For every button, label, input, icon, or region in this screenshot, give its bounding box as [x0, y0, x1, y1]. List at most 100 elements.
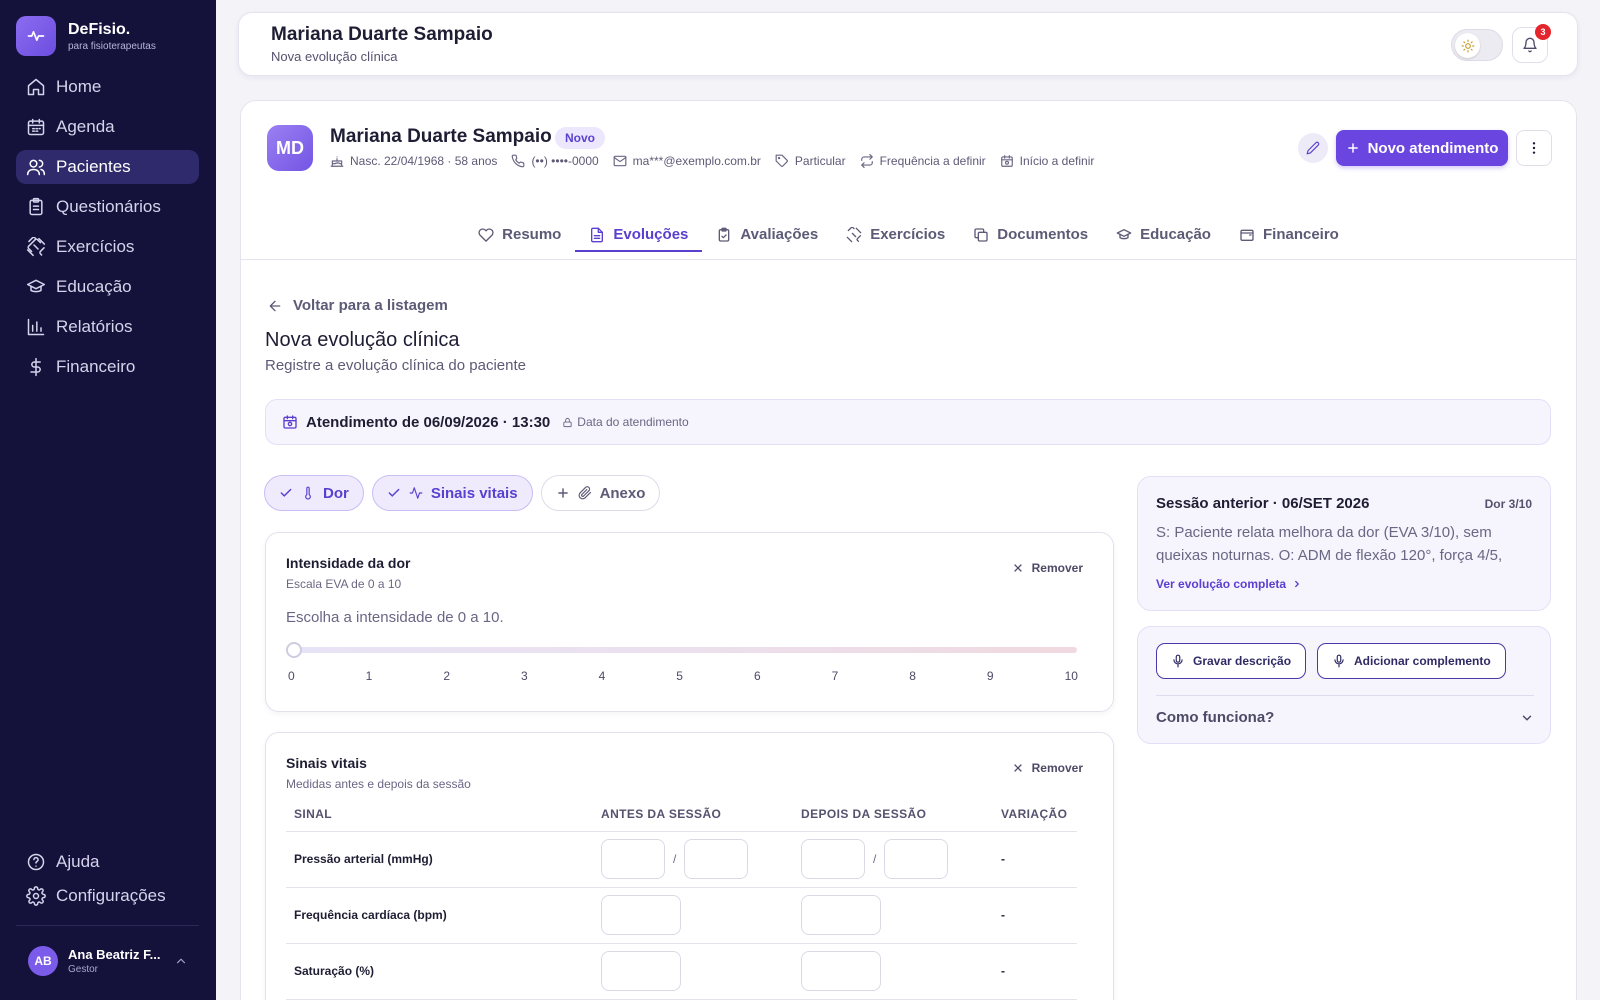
meta-birth-text: Nasc. 22/04/1968 · 58 anos — [350, 154, 498, 168]
meta-phone: (••) ••••-0000 — [511, 154, 599, 168]
chip-dor[interactable]: Dor — [264, 475, 364, 511]
sidebar-item-label: Configurações — [56, 886, 166, 905]
meta-frequency-text: Frequência a definir — [879, 154, 986, 168]
sidebar-item-agenda[interactable]: Agenda — [16, 110, 199, 144]
remove-pain-button[interactable]: Remover — [1012, 561, 1083, 575]
column-header: VARIAÇÃO — [993, 797, 1077, 832]
scale-tick: 4 — [598, 669, 606, 683]
before-cell: / — [593, 831, 793, 888]
divider — [1156, 695, 1534, 696]
saturation-after-input[interactable] — [801, 951, 881, 991]
sidebar-item-label: Exercícios — [56, 237, 135, 256]
variation-value: - — [993, 943, 1077, 1000]
sidebar-item-questionarios[interactable]: Questionários — [16, 190, 199, 224]
sidebar-item-label: Ajuda — [56, 852, 100, 871]
user-menu[interactable]: AB Ana Beatriz F... Gestor — [28, 946, 188, 976]
tab-documentos[interactable]: Documentos — [959, 209, 1102, 260]
new-appointment-button[interactable]: Novo atendimento — [1336, 130, 1508, 166]
thermometer-icon — [305, 486, 311, 500]
bp-separator: / — [673, 852, 677, 866]
vital-label: Frequência cardíaca (bpm) — [286, 887, 593, 944]
sidebar-item-configuracoes[interactable]: Configurações — [16, 879, 199, 913]
meta-plan-text: Particular — [794, 154, 846, 168]
back-link-label: Voltar para a listagem — [293, 297, 448, 314]
sidebar-item-label: Educação — [56, 277, 132, 296]
gear-icon — [26, 886, 46, 906]
meta-birth: Nasc. 22/04/1968 · 58 anos — [330, 154, 497, 168]
tab-resumo[interactable]: Resumo — [464, 209, 575, 260]
clipboard-check-icon — [719, 227, 730, 242]
pain-slider-handle[interactable] — [286, 642, 302, 658]
tab-label: Resumo — [502, 226, 562, 243]
record-description-button[interactable]: Gravar descrição — [1156, 643, 1307, 679]
bp-diastolic-after-input[interactable] — [884, 839, 949, 879]
bp-systolic-after-input[interactable] — [801, 839, 865, 879]
meta-phone-text: (••) ••••-0000 — [531, 154, 599, 168]
bp-systolic-before-input[interactable] — [601, 839, 665, 879]
dumbbell-icon — [26, 237, 46, 257]
pain-slider-track[interactable] — [294, 647, 1077, 653]
appointment-hint: Data do atendimento — [577, 415, 689, 429]
sidebar-nav: Home Agenda Pacientes Questionários Exer… — [16, 70, 199, 390]
meta-email-text: ma***@exemplo.com.br — [632, 154, 761, 168]
sidebar-item-label: Questionários — [56, 197, 161, 216]
chevron-down-icon — [1522, 715, 1532, 720]
tab-financeiro[interactable]: Financeiro — [1225, 209, 1353, 260]
page-title: Mariana Duarte Sampaio — [271, 24, 493, 45]
vitals-card: Sinais vitais Medidas antes e depois da … — [265, 732, 1114, 1000]
tab-label: Financeiro — [1262, 226, 1339, 243]
more-options-button[interactable] — [1516, 130, 1552, 166]
pain-title: Intensidade da dor — [286, 555, 411, 571]
tab-label: Exercícios — [870, 226, 946, 243]
vitals-title: Sinais vitais — [286, 755, 367, 771]
add-complement-button[interactable]: Adicionar complemento — [1317, 643, 1506, 679]
heart-rate-after-input[interactable] — [801, 895, 881, 935]
sidebar-item-ajuda[interactable]: Ajuda — [16, 845, 199, 879]
after-cell — [793, 887, 993, 944]
page-subtitle: Nova evolução clínica — [271, 49, 398, 64]
previous-pain-score: Dor 3/10 — [1484, 497, 1532, 511]
scale-tick: 5 — [676, 669, 683, 683]
dollar-icon — [30, 357, 41, 377]
variation-value: - — [993, 831, 1077, 888]
tab-label: Documentos — [997, 226, 1089, 243]
heart-rate-before-input[interactable] — [601, 895, 681, 935]
tab-educacao[interactable]: Educação — [1102, 209, 1225, 260]
tab-label: Educação — [1140, 226, 1211, 243]
sidebar-item-relatorios[interactable]: Relatórios — [16, 310, 199, 344]
brand[interactable]: DeFisio. para fisioterapeutas — [16, 16, 156, 56]
how-it-works-toggle[interactable]: Como funciona? — [1156, 709, 1534, 726]
scale-tick: 3 — [520, 669, 528, 683]
saturation-before-input[interactable] — [601, 951, 681, 991]
table-row: Pressão arterial (mmHg) / / - — [286, 831, 1077, 888]
sidebar-item-pacientes[interactable]: Pacientes — [16, 150, 199, 184]
scale-tick: 2 — [443, 669, 450, 683]
chip-anexo[interactable]: Anexo — [540, 475, 661, 511]
view-full-evolution-link[interactable]: Ver evolução completa — [1156, 577, 1302, 591]
sidebar-item-financeiro[interactable]: Financeiro — [16, 350, 199, 384]
tab-evolucoes[interactable]: Evoluções — [575, 209, 703, 260]
avatar: AB — [28, 946, 58, 976]
table-row: Saturação (%) - — [286, 943, 1077, 1000]
repeat-icon — [860, 154, 873, 168]
pain-scale: 0 1 2 3 4 5 6 7 8 9 10 — [288, 669, 1078, 683]
tab-avaliacoes[interactable]: Avaliações — [702, 209, 832, 260]
column-header: SINAL — [286, 797, 593, 832]
back-to-list-link[interactable]: Voltar para a listagem — [267, 297, 448, 314]
sidebar-item-home[interactable]: Home — [16, 70, 199, 104]
plus-icon — [557, 488, 568, 498]
sidebar-item-educacao[interactable]: Educação — [16, 270, 199, 304]
pain-card: Intensidade da dor Escala EVA de 0 a 10 … — [265, 532, 1114, 712]
tab-exercicios[interactable]: Exercícios — [832, 209, 959, 260]
vitals-subtitle: Medidas antes e depois da sessão — [286, 777, 471, 791]
theme-toggle[interactable] — [1451, 29, 1503, 61]
paperclip-icon — [578, 486, 591, 500]
bp-diastolic-before-input[interactable] — [684, 839, 749, 879]
remove-vitals-button[interactable]: Remover — [1012, 761, 1083, 775]
cake-icon — [330, 156, 344, 167]
sidebar-item-exercicios[interactable]: Exercícios — [16, 230, 199, 264]
edit-patient-button[interactable] — [1298, 133, 1328, 163]
chip-sinais-vitais[interactable]: Sinais vitais — [371, 475, 533, 511]
brand-name: DeFisio. — [68, 20, 131, 38]
vitals-table: SINAL ANTES DA SESSÃO DEPOIS DA SESSÃO V… — [286, 797, 1077, 1000]
